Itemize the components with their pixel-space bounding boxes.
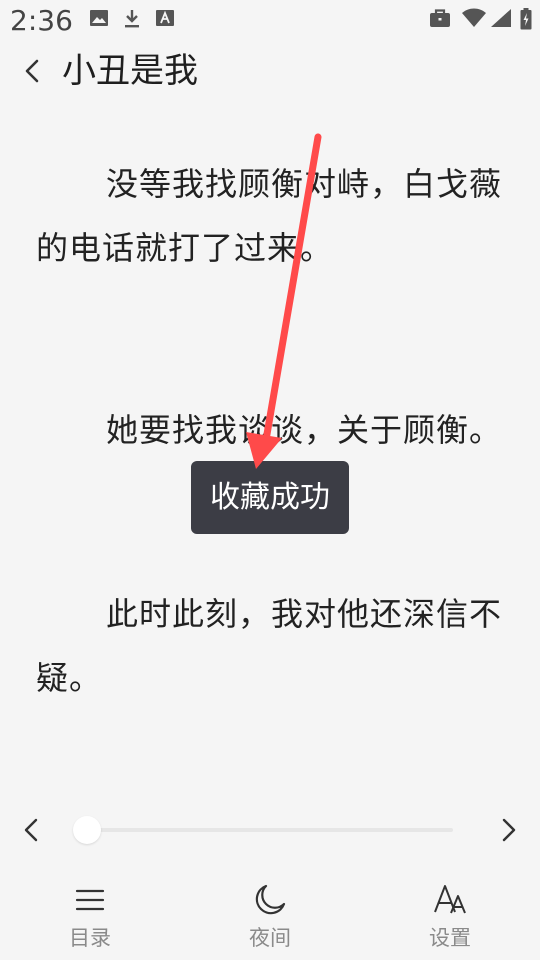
status-time: 2:36	[10, 4, 73, 37]
progress-track[interactable]	[80, 828, 453, 832]
font-settings-icon	[434, 885, 466, 914]
paragraph: 没等我找顾衡对峙，白戈薇的电话就打了过来。	[36, 165, 503, 267]
nav-catalog-button[interactable]: 目录	[30, 872, 150, 958]
top-bar: 小丑是我	[0, 45, 540, 97]
prev-chapter-button[interactable]	[14, 812, 50, 848]
font-a-icon	[155, 8, 175, 30]
chapter-progress	[0, 806, 540, 854]
nav-label: 目录	[69, 926, 111, 950]
chevron-left-icon	[24, 818, 38, 842]
briefcase-icon	[429, 8, 451, 30]
chevron-right-icon	[502, 818, 516, 842]
image-icon	[89, 8, 109, 30]
chevron-left-icon	[25, 59, 39, 83]
back-button[interactable]	[14, 51, 50, 91]
moon-icon	[255, 884, 286, 915]
battery-icon	[520, 8, 532, 30]
paragraph: 她要找我谈谈，关于顾衡。	[106, 411, 503, 449]
page-title: 小丑是我	[62, 51, 198, 91]
menu-list-icon	[75, 889, 105, 911]
wifi-icon	[461, 8, 487, 30]
status-bar: 2:36	[0, 0, 540, 40]
toast-message: 收藏成功	[191, 461, 349, 534]
bottom-toolbar: 目录 夜间 设置	[0, 872, 540, 960]
nav-label: 设置	[429, 926, 471, 950]
progress-slider-thumb[interactable]	[73, 816, 101, 844]
nav-label: 夜间	[249, 926, 291, 950]
nav-night-mode-button[interactable]: 夜间	[210, 872, 330, 958]
paragraph: 此时此刻，我对他还深信不疑。	[36, 595, 503, 697]
download-icon	[122, 8, 142, 30]
nav-settings-button[interactable]: 设置	[390, 872, 510, 958]
reader-screen: 2:36 小丑是我 没等我找顾衡对峙，白戈薇的电话就打了过来。 她要找我谈谈，关…	[0, 0, 540, 960]
next-chapter-button[interactable]	[490, 812, 526, 848]
signal-icon	[490, 8, 512, 30]
